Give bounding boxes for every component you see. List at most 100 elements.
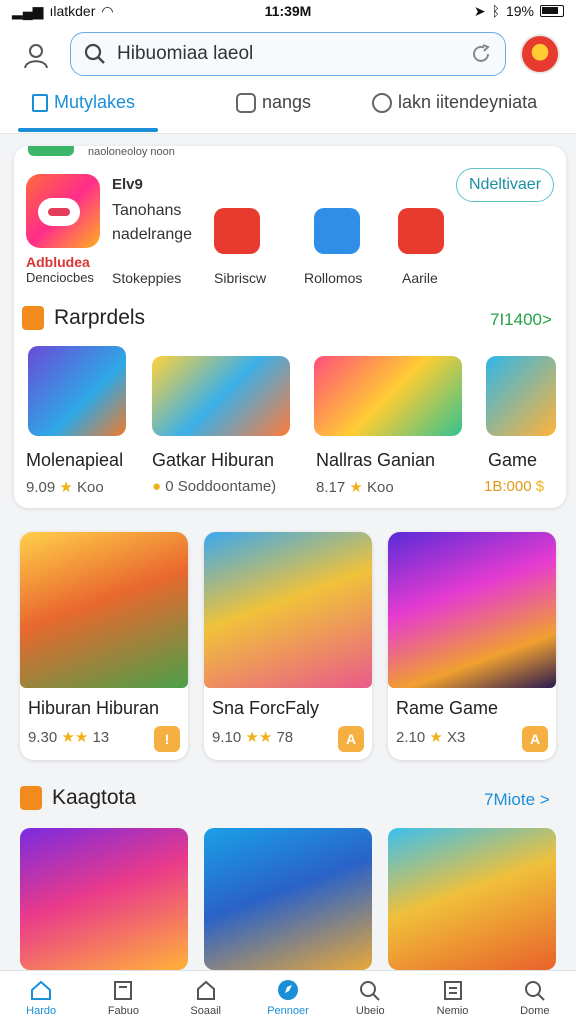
status-right: ➤ ᛒ 19% bbox=[474, 3, 564, 20]
game-card[interactable]: Sna ForcFaly 9.10 ★★ 78 A bbox=[204, 532, 372, 760]
nav-label: Nemio bbox=[436, 1005, 469, 1017]
bird-icon[interactable] bbox=[314, 208, 360, 254]
game-badge[interactable]: A bbox=[522, 726, 548, 752]
nav-label: Hardo bbox=[26, 1005, 57, 1017]
search-icon bbox=[356, 977, 384, 1003]
game-thumbnail[interactable] bbox=[204, 828, 372, 970]
featured-app-icon[interactable] bbox=[26, 174, 100, 248]
scissors-icon[interactable] bbox=[214, 208, 260, 254]
game-thumbnail[interactable] bbox=[314, 356, 462, 436]
game-thumbnail bbox=[388, 532, 556, 688]
game-rating: 9.09 ★ Koo bbox=[26, 479, 104, 496]
featured-app-line2: nadelrange bbox=[112, 226, 193, 243]
section-header: Kaagtota bbox=[20, 786, 136, 810]
see-more-link[interactable]: 7I1400> bbox=[490, 310, 552, 330]
nav-item-hardo[interactable]: Hardo bbox=[0, 971, 82, 1024]
refresh-icon[interactable] bbox=[469, 42, 493, 66]
mini-app-label: Aarile bbox=[402, 270, 438, 286]
game-card[interactable]: Rame Game 2.10 ★ X3 A bbox=[388, 532, 556, 760]
game-rating: 2.10 ★ X3 bbox=[396, 729, 466, 746]
bluetooth-icon: ᛒ bbox=[491, 3, 500, 19]
top-header: Mutylakes nangs lakn iitendeyniata bbox=[0, 22, 576, 134]
game-thumbnail[interactable] bbox=[486, 356, 556, 436]
featured-action-button[interactable]: Ndeltivaer bbox=[456, 168, 554, 202]
chat-bubble-icon bbox=[38, 198, 80, 226]
tab-bar: Mutylakes nangs lakn iitendeyniata bbox=[0, 84, 576, 134]
tab-label: Mutylakes bbox=[54, 92, 136, 112]
nav-item-nemio[interactable]: Nemio bbox=[411, 971, 493, 1024]
game-name: Nallras Ganian bbox=[316, 450, 436, 470]
game-rating: 8.17 ★ Koo bbox=[316, 479, 394, 496]
game-card[interactable]: Hiburan Hiburan 9.30 ★★ 13 ! bbox=[20, 532, 188, 760]
see-more-link[interactable]: 7Miote > bbox=[484, 790, 550, 810]
search-icon bbox=[83, 42, 107, 66]
tab-mutylakes[interactable]: Mutylakes bbox=[32, 92, 135, 113]
wifi-icon: ◠ bbox=[101, 2, 114, 19]
mini-app-label: Stokeppies bbox=[112, 270, 182, 286]
promo-strip bbox=[28, 146, 74, 156]
section-header: Rarprdels bbox=[22, 306, 145, 330]
tab-nangs[interactable]: nangs bbox=[236, 92, 311, 113]
nav-label: Soaail bbox=[190, 1005, 221, 1017]
game-thumbnail[interactable] bbox=[388, 828, 556, 970]
search-input[interactable] bbox=[107, 43, 469, 65]
profile-button[interactable] bbox=[18, 38, 54, 74]
mini-app-label: Sibriscw bbox=[214, 270, 267, 286]
house-icon bbox=[192, 977, 220, 1003]
hammer-icon[interactable] bbox=[398, 208, 444, 254]
carrier-label: ılatkder bbox=[49, 3, 96, 19]
user-icon bbox=[24, 44, 48, 69]
bottom-nav: Hardo Fabuo Soaail Pennoer Ubeio Nemio D… bbox=[0, 970, 576, 1024]
nav-item-soaail[interactable]: Soaail bbox=[165, 971, 247, 1024]
nav-item-dome[interactable]: Dome bbox=[494, 971, 576, 1024]
search-bar bbox=[70, 32, 506, 76]
compass-icon bbox=[372, 92, 392, 113]
game-rating: 9.10 ★★ 78 bbox=[212, 729, 294, 746]
game-name: Molenapieal bbox=[26, 450, 124, 470]
nav-item-pennoer[interactable]: Pennoer bbox=[247, 971, 329, 1024]
game-name: Game bbox=[488, 450, 538, 470]
battery-percent: 19% bbox=[505, 3, 534, 19]
featured-app-line1: Tanohans bbox=[112, 202, 182, 219]
nav-label: Dome bbox=[520, 1005, 550, 1017]
nav-label: Ubeio bbox=[355, 1005, 385, 1017]
tab-label: lakn iitendeyniata bbox=[398, 92, 538, 112]
game-rating: 1B:000 $ bbox=[484, 478, 545, 495]
featured-brand: Adbludea bbox=[26, 254, 90, 270]
section-title: Rarprdels bbox=[54, 306, 146, 329]
game-name: Hiburan Hiburan bbox=[28, 698, 160, 718]
compass-icon bbox=[274, 977, 302, 1003]
clock-icon bbox=[236, 92, 256, 113]
game-rating: 9.30 ★★ 13 bbox=[28, 729, 110, 746]
section-title: Kaagtota bbox=[52, 786, 137, 809]
game-thumbnail[interactable] bbox=[28, 346, 126, 436]
nav-label: Pennoer bbox=[267, 1005, 309, 1017]
tab-lakn[interactable]: lakn iitendeyniata bbox=[372, 92, 537, 113]
flag-icon bbox=[20, 786, 42, 810]
game-name: Gatkar Hiburan bbox=[152, 450, 275, 470]
nav-item-ubeio[interactable]: Ubeio bbox=[329, 971, 411, 1024]
avatar[interactable] bbox=[520, 34, 560, 74]
status-left: ▂▄▆ ılatkder ◠ bbox=[12, 3, 114, 20]
tab-underline bbox=[18, 128, 158, 132]
promo-text: naoloneoloy noon bbox=[88, 146, 175, 158]
game-thumbnail[interactable] bbox=[152, 356, 290, 436]
flag-icon bbox=[22, 306, 44, 330]
game-badge[interactable]: ! bbox=[154, 726, 180, 752]
nav-label: Fabuo bbox=[107, 1005, 140, 1017]
mini-app-label: Rollomos bbox=[304, 270, 363, 286]
game-thumbnail bbox=[20, 532, 188, 688]
tab-label: nangs bbox=[262, 92, 312, 112]
featured-caption: Denciocbes bbox=[26, 270, 94, 285]
home-icon bbox=[27, 977, 55, 1003]
game-thumbnail[interactable] bbox=[20, 828, 188, 970]
status-bar: ▂▄▆ ılatkder ◠ 11:39M ➤ ᛒ 19% bbox=[0, 0, 576, 22]
nav-item-fabuo[interactable]: Fabuo bbox=[82, 971, 164, 1024]
square-icon bbox=[32, 93, 48, 112]
game-name: Sna ForcFaly bbox=[212, 698, 320, 718]
featured-app-name: Elv9 bbox=[112, 176, 143, 193]
game-badge[interactable]: A bbox=[338, 726, 364, 752]
search-icon bbox=[521, 977, 549, 1003]
game-rating: ● 0 Soddoontame) bbox=[152, 478, 277, 495]
featured-card: naoloneoloy noon Elv9 Tanohans nadelrang… bbox=[14, 146, 566, 508]
